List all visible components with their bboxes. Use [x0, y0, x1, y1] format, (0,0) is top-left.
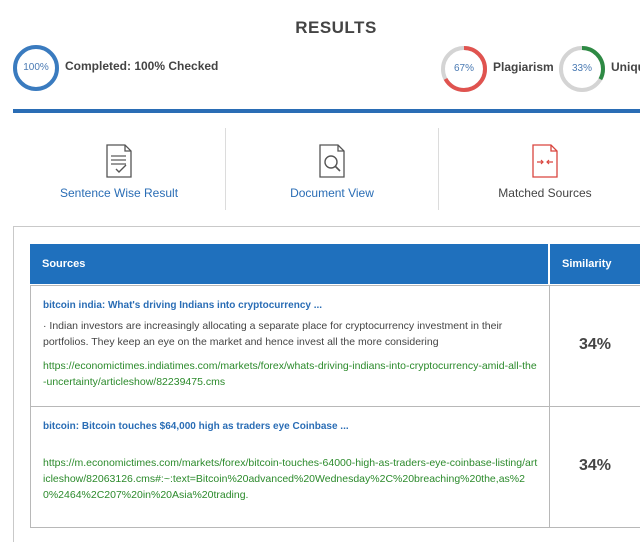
- tab-matched-sources[interactable]: Matched Sources: [439, 128, 640, 210]
- plagiarism-ring: 67%: [440, 45, 488, 93]
- tab-matched-sources-label: Matched Sources: [498, 186, 592, 200]
- checklist-document-icon: [106, 144, 132, 178]
- source-url-link[interactable]: https://m.economictimes.com/markets/fore…: [43, 455, 539, 503]
- plagiarism-ring-label: 67%: [453, 63, 474, 74]
- similarity-column-header: Similarity: [550, 244, 640, 284]
- page-title: RESULTS: [295, 18, 377, 37]
- plagiarism-text: Plagiarism: [493, 60, 554, 74]
- tab-document-view[interactable]: Document View: [226, 128, 438, 210]
- similarity-cell: 34%: [549, 285, 640, 407]
- table-row: bitcoin: Bitcoin touches $64,000 high as…: [30, 406, 550, 528]
- source-url-link[interactable]: https://economictimes.indiatimes.com/mar…: [43, 358, 539, 390]
- similarity-cell: 34%: [549, 406, 640, 528]
- unique-ring-label: 33%: [571, 63, 592, 74]
- sources-column-header: Sources: [30, 244, 548, 284]
- source-title-link[interactable]: bitcoin: Bitcoin touches $64,000 high as…: [43, 421, 349, 432]
- completed-ring: 100%: [12, 44, 60, 92]
- similarity-value: 34%: [578, 336, 612, 353]
- unique-ring: 33%: [558, 45, 606, 93]
- source-snippet: · Indian investors are increasingly allo…: [43, 320, 503, 348]
- document-search-icon: [319, 144, 345, 178]
- tab-sentence-wise-result[interactable]: Sentence Wise Result: [13, 128, 225, 210]
- similarity-value: 34%: [578, 457, 612, 474]
- completed-ring-label: 100%: [23, 62, 49, 73]
- tab-document-view-label: Document View: [290, 186, 374, 200]
- plagiarism-stat: 67% Plagiarism: [440, 45, 554, 93]
- header-divider: [13, 109, 640, 113]
- compare-document-icon: [532, 144, 558, 178]
- completed-stat: 100% Completed: 100% Checked: [12, 44, 218, 92]
- unique-text: Uniqu: [611, 60, 640, 74]
- tab-sentence-wise-result-label: Sentence Wise Result: [59, 186, 179, 200]
- completed-text: Completed: 100% Checked: [65, 59, 219, 73]
- source-title-link[interactable]: bitcoin india: What's driving Indians in…: [43, 300, 322, 311]
- unique-stat: 33% Uniqu: [558, 45, 640, 93]
- table-row: bitcoin india: What's driving Indians in…: [30, 285, 550, 407]
